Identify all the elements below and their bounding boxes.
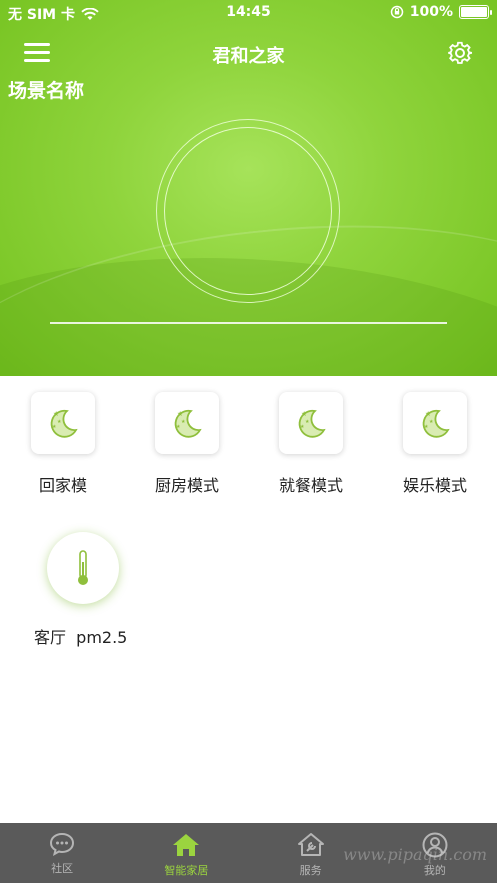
sensor-living-room[interactable] (47, 532, 119, 604)
moon-stars-icon: ★ ★ ★ (422, 409, 450, 438)
svg-text:★: ★ (181, 419, 186, 425)
home-icon (173, 834, 200, 856)
moon-stars-icon: ★ ★ ★ (298, 409, 326, 438)
svg-text:★: ★ (424, 424, 429, 430)
thermometer-icon (78, 550, 88, 585)
status-right: 100% (390, 4, 492, 20)
battery-icon (459, 5, 492, 19)
battery-percent: 100% (409, 4, 453, 20)
scene-tile-home[interactable]: ★ ★ ★ (31, 392, 95, 454)
gear-icon[interactable] (447, 40, 473, 66)
tab-label: 智能家居 (164, 864, 209, 877)
tab-label: 服务 (299, 864, 322, 877)
svg-text:★: ★ (52, 424, 57, 430)
svg-text:★: ★ (177, 410, 183, 418)
svg-text:★: ★ (300, 424, 305, 430)
watermark: www.pipaqin.com (343, 845, 487, 864)
svg-text:★: ★ (301, 410, 307, 418)
scene-tile-entertainment[interactable]: ★ ★ ★ (403, 392, 467, 454)
chat-bubble-icon (50, 832, 75, 856)
scene-label: 就餐模式 (278, 476, 343, 495)
orientation-lock-icon (390, 5, 403, 19)
scene-tile-dining[interactable]: ★ ★ ★ (279, 392, 343, 454)
svg-text:★: ★ (176, 424, 181, 430)
svg-text:★: ★ (53, 410, 59, 418)
tab-label: 社区 (51, 862, 74, 875)
scene-tile-kitchen[interactable]: ★ ★ ★ (155, 392, 219, 454)
sensor-label: 客厅 pm2.5 (34, 628, 128, 647)
moon-stars-icon: ★ ★ ★ (174, 409, 202, 438)
status-ring-inner (164, 127, 332, 295)
scene-label: 娱乐模式 (402, 476, 467, 495)
tab-community[interactable]: 社区 (0, 823, 124, 883)
svg-text:★: ★ (429, 419, 434, 425)
hero-divider (50, 322, 447, 324)
page-title: 君和之家 (212, 46, 285, 67)
status-bar: 无 SIM 卡 14:45 100% (0, 0, 497, 26)
tab-smart-home[interactable]: 智能家居 (124, 823, 248, 883)
scene-name-label: 场景名称 (8, 80, 85, 102)
scene-label: 厨房模式 (154, 476, 219, 495)
svg-text:★: ★ (305, 419, 310, 425)
house-wrench-icon (297, 833, 324, 856)
scene-label: 回家模 (38, 476, 87, 495)
tab-label: 我的 (423, 864, 446, 877)
moon-stars-icon: ★ ★ ★ (50, 409, 78, 438)
svg-text:★: ★ (57, 419, 62, 425)
svg-text:★: ★ (425, 410, 431, 418)
